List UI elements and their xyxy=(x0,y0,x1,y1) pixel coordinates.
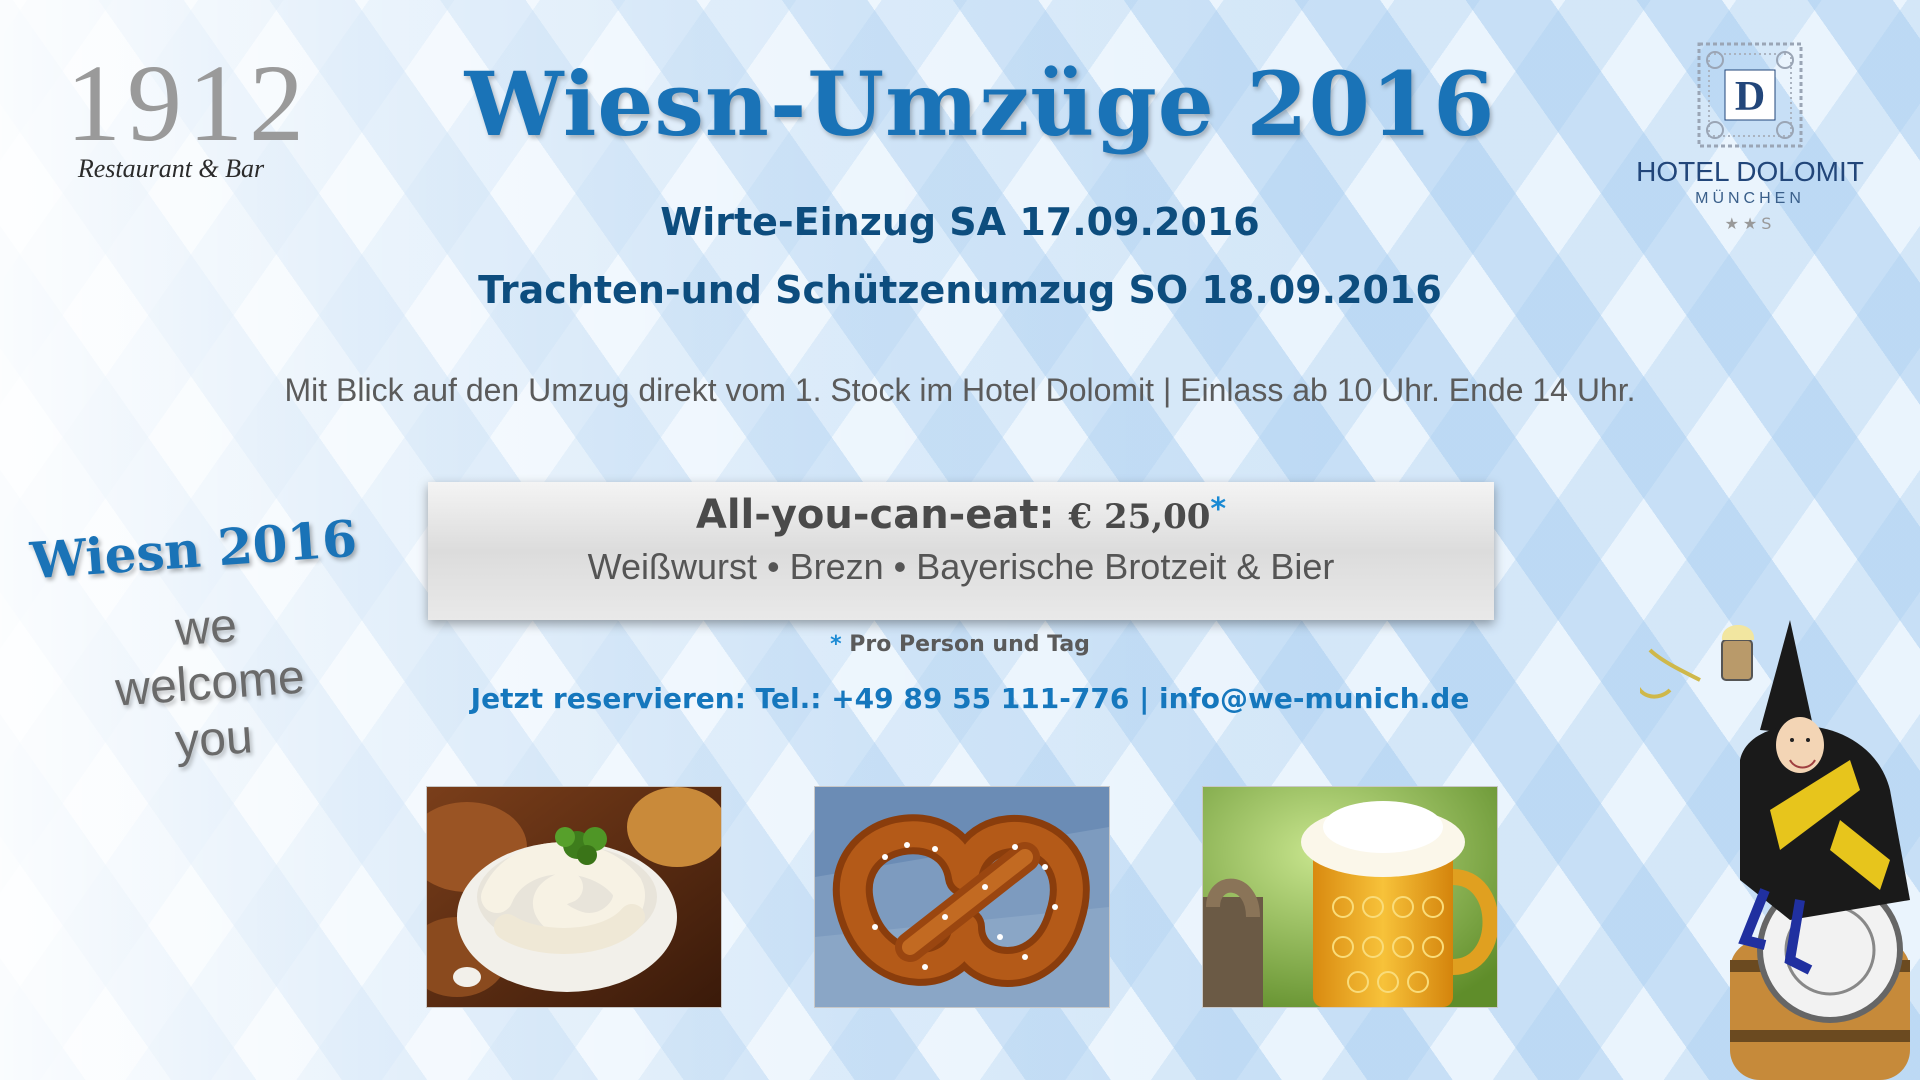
page-title: Wiesn-Umzüge 2016 xyxy=(464,52,1496,156)
offer-label: All-you-can-eat: xyxy=(695,492,1055,538)
hotel-city: MÜNCHEN xyxy=(1695,190,1805,207)
hotel-name: HOTEL DOLOMIT xyxy=(1636,156,1864,187)
offer-footnote: * Pro Person und Tag xyxy=(760,632,1160,657)
offer-banner: All-you-can-eat: € 25,00* Weißwurst • Br… xyxy=(428,482,1494,620)
muenchner-kindl-mascot-icon xyxy=(1640,620,1910,1080)
reservation-contact[interactable]: Jetzt reservieren: Tel.: +49 89 55 111-7… xyxy=(470,682,1470,715)
restaurant-1912-logo: 1912 Restaurant & Bar xyxy=(66,42,310,184)
offer-headline: All-you-can-eat: € 25,00* xyxy=(428,492,1494,538)
weisswurst-photo xyxy=(426,786,722,1008)
event-date-wirte-einzug: Wirte-Einzug SA 17.09.2016 xyxy=(660,200,1260,244)
footnote-star: * xyxy=(830,632,842,657)
hotel-emblem-icon: D xyxy=(1697,42,1803,148)
pretzel-photo xyxy=(814,786,1110,1008)
hotel-emblem-letter: D xyxy=(1735,74,1765,120)
event-info-text: Mit Blick auf den Umzug direkt vom 1. St… xyxy=(284,372,1636,408)
offer-price: € 25,00 xyxy=(1068,497,1211,537)
hotel-dolomit-logo: D HOTEL DOLOMIT MÜNCHEN ★★S xyxy=(1630,40,1870,233)
restaurant-subtitle: Restaurant & Bar xyxy=(77,154,265,183)
beer-photo xyxy=(1202,786,1498,1008)
hotel-stars: ★★S xyxy=(1724,214,1776,233)
offer-items: Weißwurst • Brezn • Bayerische Brotzeit … xyxy=(587,546,1335,587)
welcome-text: we welcome you xyxy=(84,592,335,776)
restaurant-number: 1912 xyxy=(66,42,310,164)
event-date-trachtenumzug: Trachten-und Schützenumzug SO 18.09.2016 xyxy=(478,268,1442,312)
offer-asterisk: * xyxy=(1210,492,1227,527)
footnote-text: Pro Person und Tag xyxy=(849,632,1090,657)
